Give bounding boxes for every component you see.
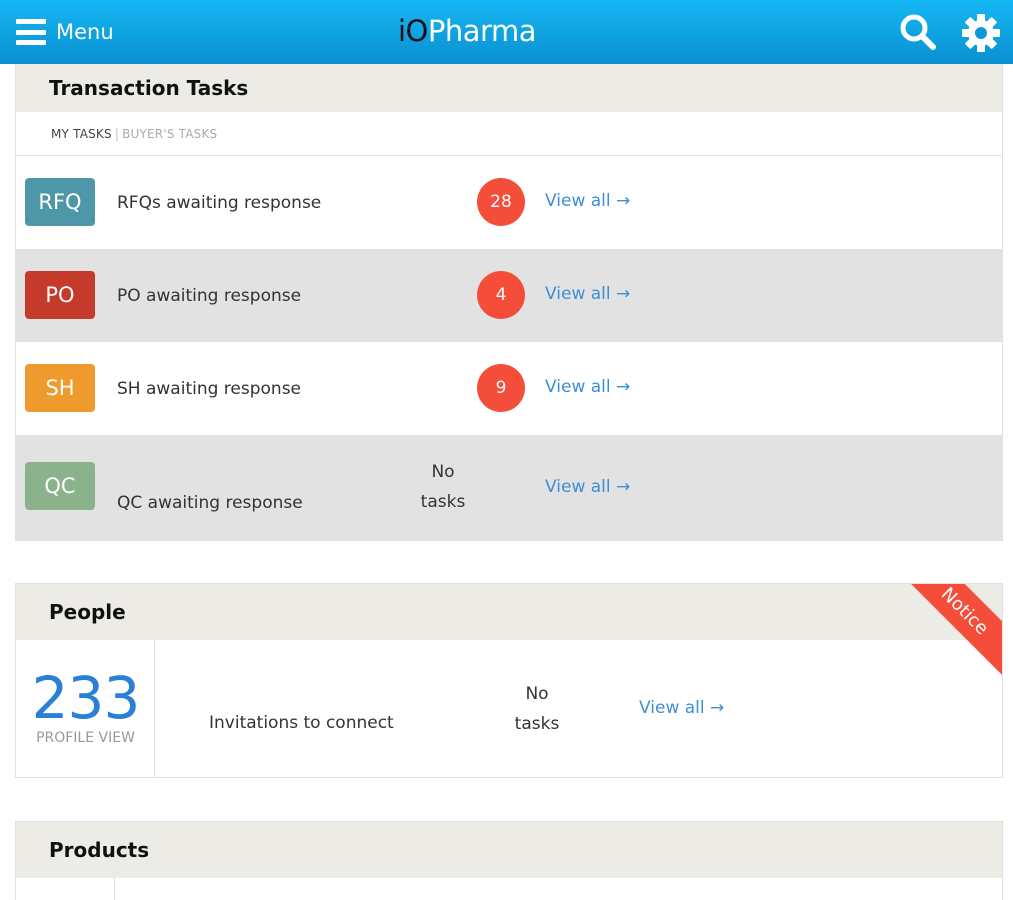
people-no-tasks-line1: No [525,684,549,704]
qc-no-tasks-line2: tasks [420,492,466,512]
rfq-count-badge: 28 [477,178,525,226]
search-icon [900,14,936,50]
tab-separator: | [114,126,120,141]
task-row-qc: QC QC awaiting response No tasks View al… [16,435,1002,540]
transaction-tasks-title: Transaction Tasks [16,64,1002,112]
brand-logo: iOPharma [398,14,536,48]
people-no-tasks-line2: tasks [514,714,560,734]
people-no-tasks: No tasks [507,679,567,739]
people-view-all-link[interactable]: View all → [639,698,724,718]
settings-button[interactable] [960,12,1002,54]
invitations-label: Invitations to connect [209,713,394,733]
products-card: Products [15,821,1003,900]
rfq-label: RFQs awaiting response [117,193,322,213]
qc-label: QC awaiting response [117,493,303,513]
people-title: People [16,584,1002,640]
top-app-bar: Menu iOPharma [0,0,1013,64]
qc-view-all-link[interactable]: View all → [545,477,630,497]
qc-badge[interactable]: QC [25,462,95,510]
sh-badge[interactable]: SH [25,364,95,412]
profile-views-label: PROFILE VIEW [36,730,135,746]
sh-count-badge: 9 [477,364,525,412]
search-button[interactable] [898,12,938,52]
brand-prefix: iO [398,14,428,48]
tab-buyers-tasks[interactable]: BUYER'S TASKS [122,127,217,141]
products-body-cell [16,878,115,900]
profile-views-count: 233 [31,664,141,732]
menu-label: Menu [56,20,114,44]
qc-no-tasks-line1: No [431,462,455,482]
sh-label: SH awaiting response [117,379,302,399]
sh-view-all-link[interactable]: View all → [545,377,630,397]
task-row-po: PO PO awaiting response 4 View all → [16,249,1002,342]
po-label: PO awaiting response [117,286,302,306]
rfq-view-all-link[interactable]: View all → [545,191,630,211]
brand-suffix: Pharma [427,14,537,48]
tab-my-tasks[interactable]: MY TASKS [51,127,112,141]
products-title: Products [16,822,1002,878]
menu-button[interactable]: Menu [16,16,114,48]
people-card: People 233 PROFILE VIEW Invitations to c… [15,583,1003,778]
task-row-rfq: RFQ RFQs awaiting response 28 View all → [16,156,1002,249]
po-view-all-link[interactable]: View all → [545,284,630,304]
hamburger-icon [16,19,46,45]
profile-views-tile[interactable]: 233 PROFILE VIEW [16,640,155,777]
po-count-badge: 4 [477,271,525,319]
po-badge[interactable]: PO [25,271,95,319]
transaction-tasks-card: Transaction Tasks MY TASKS | BUYER'S TAS… [15,64,1003,541]
qc-no-tasks: No tasks [413,457,473,517]
task-row-sh: SH SH awaiting response 9 View all → [16,342,1002,435]
gear-icon [962,14,1000,52]
task-tabs: MY TASKS | BUYER'S TASKS [16,112,1002,156]
rfq-badge[interactable]: RFQ [25,178,95,226]
